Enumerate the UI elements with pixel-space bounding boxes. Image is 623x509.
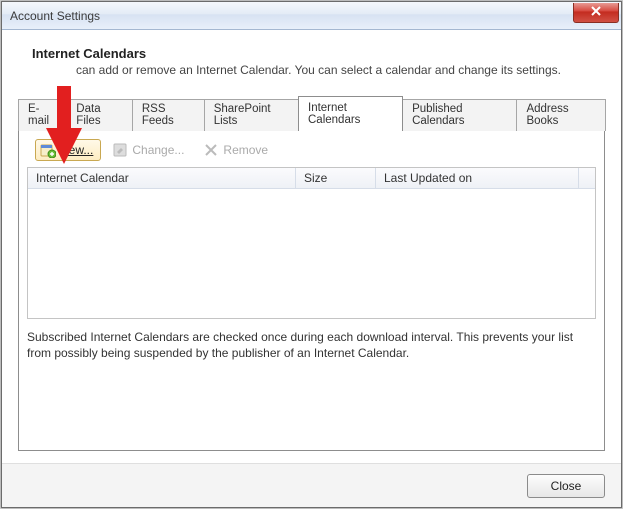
window-title: Account Settings [10, 9, 573, 23]
col-last-updated[interactable]: Last Updated on [376, 168, 579, 188]
tabstrip: E-mail Data Files RSS Feeds SharePoint L… [18, 95, 605, 130]
dialog-footer: Close [2, 463, 621, 507]
tab-panel: New... Change... [18, 130, 605, 451]
change-button: Change... [107, 139, 192, 161]
list-header: Internet Calendar Size Last Updated on [28, 168, 595, 189]
col-size[interactable]: Size [296, 168, 376, 188]
dialog-content: Internet Calendars can add or remove an … [2, 30, 621, 463]
toolbar: New... Change... [27, 137, 596, 167]
tab-data-files[interactable]: Data Files [66, 99, 133, 131]
col-spacer [579, 168, 595, 188]
new-calendar-icon [40, 142, 56, 158]
new-button[interactable]: New... [35, 139, 101, 161]
tab-internet-calendars[interactable]: Internet Calendars [298, 96, 403, 131]
close-icon [590, 5, 602, 19]
change-icon [112, 142, 128, 158]
tab-sharepoint-lists[interactable]: SharePoint Lists [204, 99, 299, 131]
remove-button: Remove [198, 139, 276, 161]
list-body [28, 189, 595, 318]
footnote-text: Subscribed Internet Calendars are checke… [27, 329, 596, 361]
new-button-label: New... [60, 143, 93, 157]
change-button-label: Change... [132, 143, 184, 157]
titlebar-close-button[interactable] [573, 3, 619, 23]
section-title: Internet Calendars [32, 46, 605, 61]
tab-email[interactable]: E-mail [18, 99, 67, 131]
tab-published-calendars[interactable]: Published Calendars [402, 99, 517, 131]
tab-rss-feeds[interactable]: RSS Feeds [132, 99, 205, 131]
remove-icon [203, 142, 219, 158]
col-internet-calendar[interactable]: Internet Calendar [28, 168, 296, 188]
calendar-list[interactable]: Internet Calendar Size Last Updated on [27, 167, 596, 319]
section-description: can add or remove an Internet Calendar. … [76, 63, 605, 77]
dialog-window: Account Settings Internet Calendars can … [1, 1, 622, 508]
close-button[interactable]: Close [527, 474, 605, 498]
remove-button-label: Remove [223, 143, 268, 157]
titlebar: Account Settings [2, 2, 621, 30]
tab-address-books[interactable]: Address Books [516, 99, 606, 131]
